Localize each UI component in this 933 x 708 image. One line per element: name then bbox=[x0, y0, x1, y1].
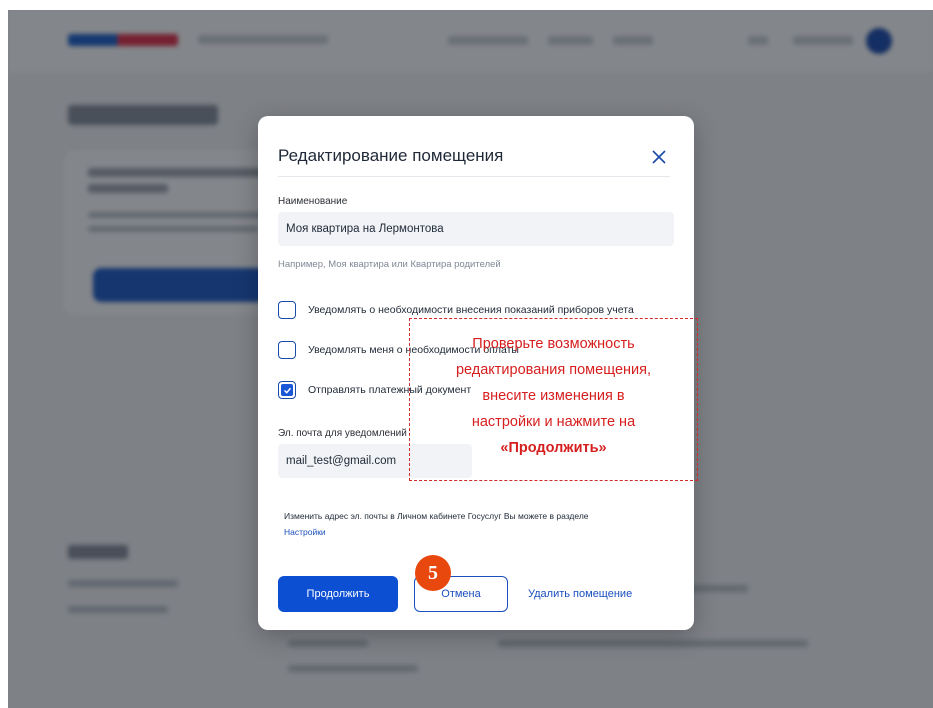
callout-line: настройки и нажмите на bbox=[471, 414, 636, 430]
settings-link[interactable]: Настройки bbox=[284, 524, 674, 540]
callout-line: редактирования помещения, bbox=[455, 362, 652, 378]
callout-emphasis: «Продолжить» bbox=[500, 440, 607, 456]
step-badge: 5 bbox=[415, 555, 451, 591]
info-text: Изменить адрес эл. почты в Личном кабине… bbox=[284, 508, 674, 540]
checkbox[interactable] bbox=[278, 341, 296, 359]
divider bbox=[278, 176, 670, 177]
checkbox-checked[interactable] bbox=[278, 381, 296, 399]
checkbox-label: Уведомлять о необходимости внесения пока… bbox=[308, 304, 634, 316]
callout-line: Проверьте возможность bbox=[472, 336, 635, 352]
name-input[interactable] bbox=[278, 212, 674, 246]
callout-line: внесите изменения в bbox=[482, 388, 625, 404]
modal-title: Редактирование помещения bbox=[278, 146, 504, 165]
checkbox[interactable] bbox=[278, 301, 296, 319]
info-text-body: Изменить адрес эл. почты в Личном кабине… bbox=[284, 511, 589, 521]
name-hint: Например, Моя квартира или Квартира роди… bbox=[278, 259, 501, 270]
continue-button[interactable]: Продолжить bbox=[278, 576, 398, 612]
name-label: Наименование bbox=[278, 196, 348, 207]
instruction-callout: Проверьте возможность редактирования пом… bbox=[409, 318, 698, 481]
checkbox-meter-readings[interactable]: Уведомлять о необходимости внесения пока… bbox=[278, 300, 634, 320]
delete-room-button[interactable]: Удалить помещение bbox=[528, 576, 632, 612]
checkmark-icon bbox=[281, 384, 293, 396]
screenshot-frame: Редактирование помещения Наименование На… bbox=[8, 10, 933, 708]
close-icon[interactable] bbox=[650, 148, 668, 166]
email-label: Эл. почта для уведомлений bbox=[278, 428, 407, 439]
